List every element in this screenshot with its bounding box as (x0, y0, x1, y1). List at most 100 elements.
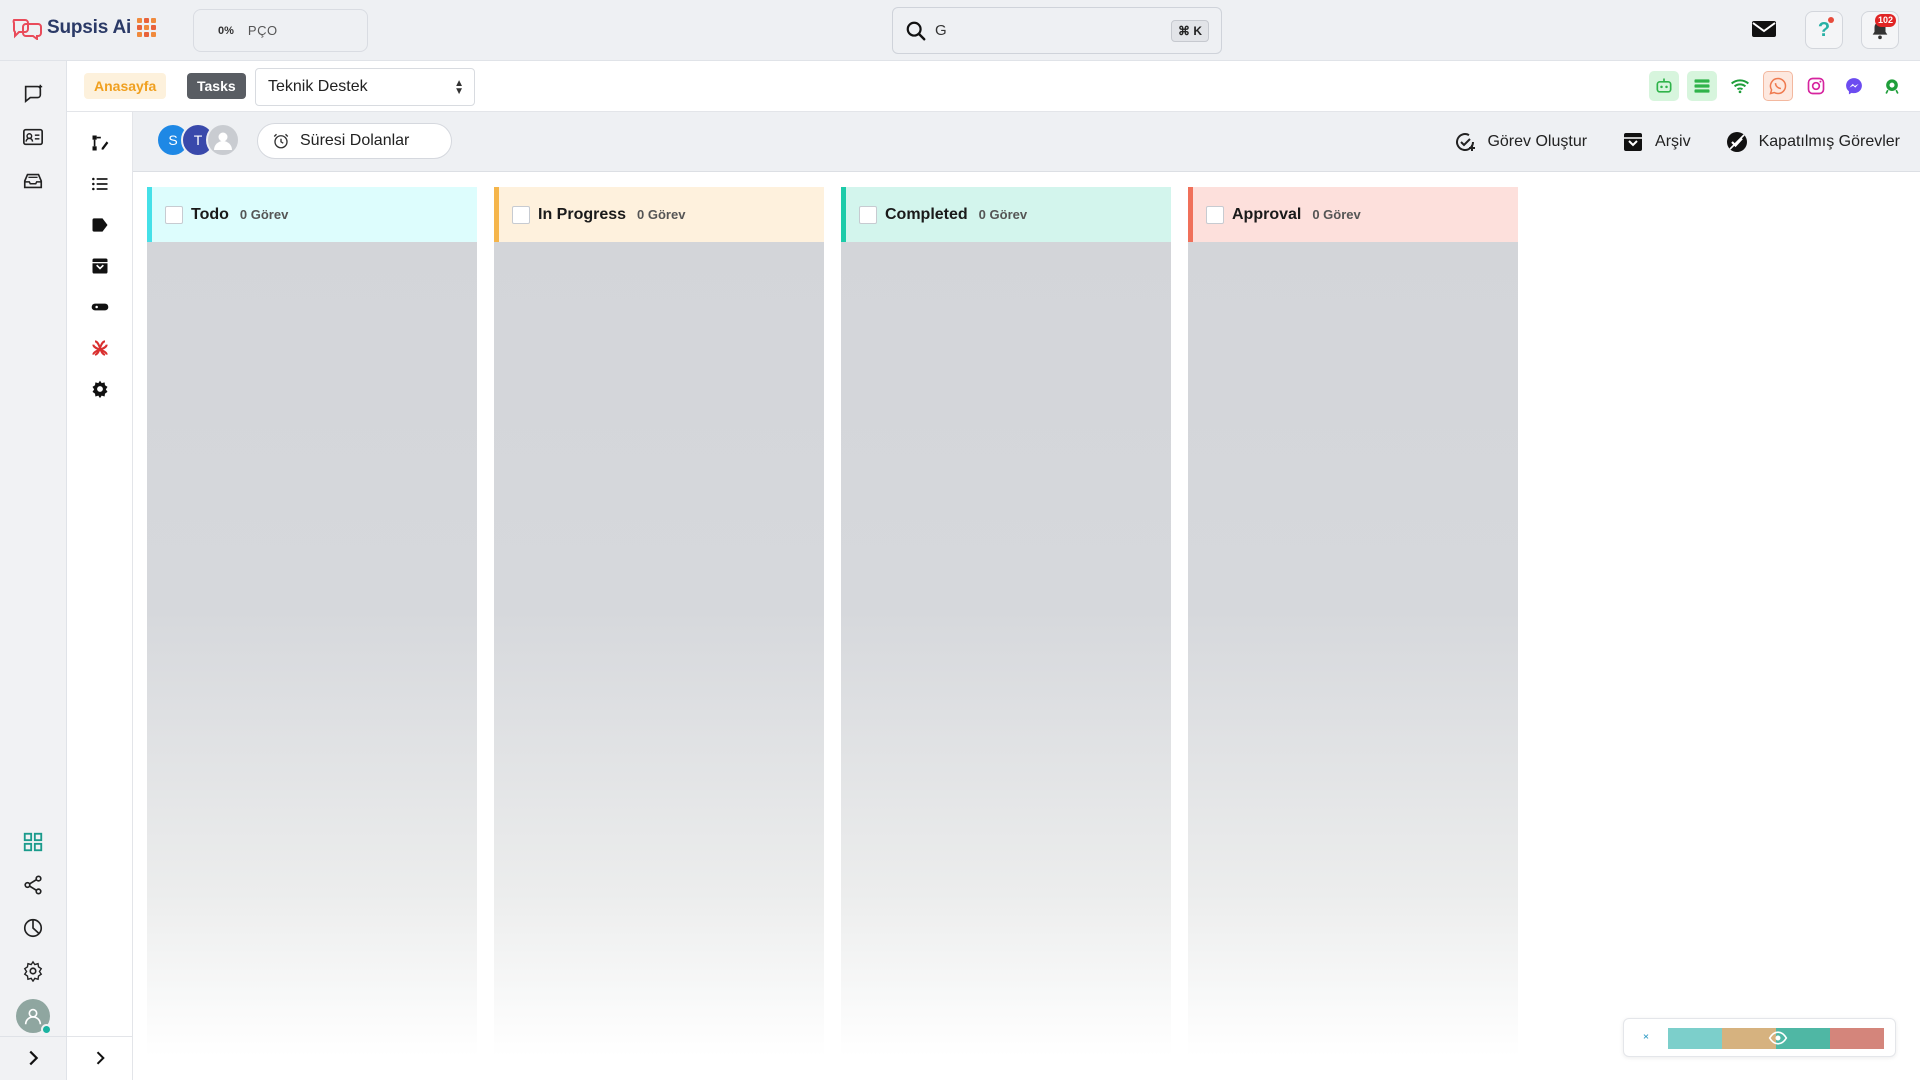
subnav-expand-button[interactable] (86, 1044, 114, 1072)
subnav-settings[interactable] (86, 375, 114, 403)
online-status-dot (41, 1024, 52, 1035)
channel-instagram[interactable] (1801, 71, 1831, 101)
subnav-divider (67, 1036, 133, 1037)
list-bullets-icon (92, 177, 108, 191)
column-approval: Approval 0 Görev (1188, 187, 1518, 1057)
subnav-list[interactable] (86, 170, 114, 198)
channel-whatsapp[interactable] (1763, 71, 1793, 101)
column-header[interactable]: Completed 0 Görev (841, 187, 1171, 242)
inbox-stack-icon (23, 173, 43, 189)
help-button[interactable]: ? (1805, 11, 1843, 49)
list-icon (1694, 79, 1710, 93)
progress-chip[interactable]: 0% PÇO (193, 9, 368, 52)
team-select[interactable]: Teknik Destek ▲ ▼ (255, 68, 475, 106)
global-search[interactable]: ⌘ K (892, 7, 1222, 54)
column-todo: Todo 0 Görev (147, 187, 477, 1057)
column-select-checkbox[interactable] (859, 205, 877, 224)
tag-icon (92, 218, 108, 232)
help-dot (1828, 17, 1834, 23)
column-dropzone[interactable] (1188, 242, 1518, 1057)
rail-inbox[interactable] (19, 167, 47, 195)
minimap-bar[interactable] (1830, 1028, 1884, 1049)
channel-messenger[interactable] (1839, 71, 1869, 101)
app-name: Supsis Ai (47, 17, 132, 38)
chat-icon (24, 84, 43, 103)
minimap-bar[interactable] (1668, 1028, 1722, 1049)
column-select-checkbox[interactable] (1206, 205, 1224, 224)
wifi-icon (1731, 79, 1749, 94)
workflow-edit-icon (92, 135, 109, 151)
user-placeholder-icon (214, 132, 232, 150)
current-user-avatar[interactable] (16, 999, 52, 1035)
search-shortcut: ⌘ K (1171, 19, 1209, 42)
rail-settings[interactable] (19, 957, 47, 985)
channel-list[interactable] (1687, 71, 1717, 101)
search-input[interactable] (935, 22, 1171, 39)
rail-dashboard[interactable] (19, 828, 47, 856)
column-title: Approval (1232, 205, 1302, 223)
mail-icon[interactable] (1751, 18, 1777, 40)
column-task-count: 0 Görev (1312, 207, 1361, 222)
ticket-pill-icon (91, 303, 109, 311)
column-title: In Progress (538, 205, 627, 223)
whatsapp-icon (1769, 77, 1787, 95)
progress-label: PÇO (247, 23, 278, 38)
notifications-button[interactable]: 102 (1861, 11, 1899, 49)
toolbar-actions: Görev Oluştur Arşiv Kapatılmış Görevler (1453, 112, 1900, 172)
channel-bot[interactable] (1649, 71, 1679, 101)
eye-icon[interactable] (1768, 1028, 1788, 1048)
column-completed: Completed 0 Görev (841, 187, 1171, 1057)
subnav-workflow[interactable] (86, 129, 114, 157)
column-select-checkbox[interactable] (165, 205, 183, 224)
subnav-labels[interactable] (86, 211, 114, 239)
bot-icon (1656, 78, 1672, 93)
rail-expand-button[interactable] (19, 1044, 47, 1072)
subnav-archive[interactable] (86, 252, 114, 280)
app-logo[interactable]: Supsis Ai (11, 16, 131, 40)
pie-chart-icon (23, 918, 43, 938)
dashboard-grid-icon (23, 832, 43, 852)
column-header[interactable]: In Progress 0 Görev (494, 187, 824, 242)
subnav-integration[interactable] (86, 334, 114, 362)
breadcrumb-tasks[interactable]: Tasks (187, 73, 246, 99)
main-rail (0, 61, 67, 1080)
subnav-tickets[interactable] (86, 293, 114, 321)
closed-tasks-button[interactable]: Kapatılmış Görevler (1725, 130, 1900, 154)
column-title: Todo (191, 205, 229, 223)
column-title: Completed (885, 205, 968, 223)
rail-divider (0, 1036, 67, 1037)
create-task-button[interactable]: Görev Oluştur (1453, 130, 1587, 154)
column-dropzone[interactable] (494, 242, 824, 1057)
archive-label: Arşiv (1655, 133, 1691, 150)
closed-task-icon (1726, 132, 1747, 152)
notification-badge: 102 (1874, 14, 1896, 27)
channel-wifi[interactable] (1725, 71, 1755, 101)
archive-box-icon (92, 258, 108, 274)
logo-icon (12, 19, 42, 40)
tasks-sidebar (67, 112, 133, 1080)
column-select-checkbox[interactable] (512, 205, 530, 224)
rail-contacts[interactable] (19, 123, 47, 151)
minimap-collapse-icon[interactable]: ⌄ ⌃ (1638, 1028, 1654, 1048)
closed-tasks-label: Kapatılmış Görevler (1758, 133, 1900, 150)
rail-reports[interactable] (19, 914, 47, 942)
user-icon (24, 1008, 42, 1025)
apps-grid-icon[interactable] (137, 18, 156, 37)
member-avatar[interactable] (206, 123, 240, 157)
expired-tasks-button[interactable]: Süresi Dolanlar (257, 123, 452, 159)
channel-custom[interactable] (1877, 71, 1907, 101)
column-header[interactable]: Approval 0 Görev (1188, 187, 1518, 242)
board-toolbar: S T Süresi Dolanlar Görev Oluştur Arşiv … (133, 112, 1920, 172)
create-task-label: Görev Oluştur (1487, 133, 1588, 150)
archive-button[interactable]: Arşiv (1621, 130, 1691, 154)
page-header: Anasayfa Tasks Teknik Destek ▲ ▼ (67, 61, 1920, 112)
breadcrumb-home[interactable]: Anasayfa (84, 73, 167, 99)
settings-gear-icon (92, 380, 108, 399)
rail-share[interactable] (19, 871, 47, 899)
member-avatars[interactable]: S T (156, 123, 240, 157)
column-dropzone[interactable] (147, 242, 477, 1057)
archive-box-icon (1624, 133, 1643, 151)
rail-chat[interactable] (19, 79, 47, 107)
column-header[interactable]: Todo 0 Görev (147, 187, 477, 242)
column-dropzone[interactable] (841, 242, 1171, 1057)
